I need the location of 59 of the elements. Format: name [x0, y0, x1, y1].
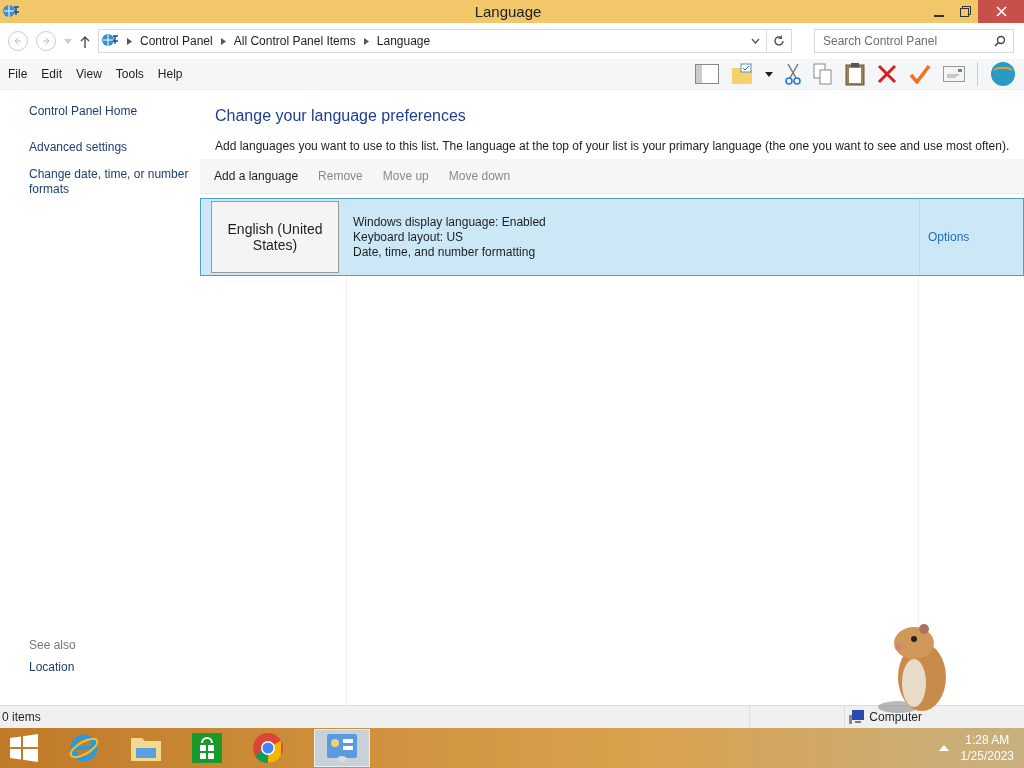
folder-icon[interactable]: [731, 63, 753, 85]
windows-logo-icon[interactable]: [10, 734, 38, 762]
status-location: Computer: [869, 710, 922, 724]
language-tile[interactable]: English (United States): [211, 201, 339, 273]
scissors-icon[interactable]: [785, 63, 801, 85]
breadcrumb-item[interactable]: Language: [376, 34, 431, 48]
taskbar-app-button[interactable]: [314, 729, 370, 767]
caret-icon[interactable]: [765, 71, 773, 77]
search-icon: [994, 35, 1006, 47]
delete-icon[interactable]: [877, 64, 897, 84]
menu-item[interactable]: Help: [157, 67, 183, 81]
sidebar-link[interactable]: Location: [29, 660, 200, 675]
menu-item[interactable]: Tools: [115, 67, 144, 81]
show-hidden-icons-icon[interactable]: [938, 745, 949, 751]
control-panel-icon: [326, 733, 358, 763]
toolbar-button[interactable]: Add a language: [206, 165, 307, 187]
page-heading: Change your language preferences: [215, 107, 467, 125]
clipboard-icon[interactable]: [845, 62, 865, 86]
clock-time: 1:28 AM: [965, 732, 1010, 748]
copy-icon[interactable]: [813, 63, 833, 85]
chrome-icon[interactable]: [252, 732, 284, 764]
breadcrumb-item[interactable]: All Control Panel Items: [233, 34, 356, 48]
description-text: Add languages you want to use to this list. The language at the top of your list is your primary language (the one you want to see and use most often).: [215, 139, 1011, 153]
clock-date: 1/25/2023: [960, 748, 1014, 764]
right-arrow-icon: [41, 36, 51, 46]
menu-item[interactable]: File: [8, 67, 28, 81]
sidebar-link[interactable]: Control Panel Home: [29, 104, 200, 119]
close-icon: [995, 6, 1007, 17]
checkmark-icon[interactable]: [909, 64, 931, 84]
sidebar-link[interactable]: Change date, time, or number formats: [29, 167, 200, 197]
dropdown-icon[interactable]: [751, 38, 760, 44]
language-detail: Windows display language: Enabled: [353, 214, 547, 230]
computer-icon: [849, 710, 866, 724]
search-field[interactable]: Search Control Panel: [814, 29, 1014, 53]
menu-item[interactable]: Edit: [41, 67, 63, 81]
chevron-icon: [127, 37, 132, 45]
breadcrumb-item[interactable]: Control Panel: [140, 34, 213, 48]
language-row[interactable]: English (United States) Windows display language: Enabled Keyboard layout: US Date, time, and number formatting Options: [200, 198, 1024, 276]
restore-icon: [959, 6, 971, 17]
window-title: Language: [474, 3, 542, 20]
pane-layout-icon[interactable]: [695, 64, 719, 84]
globe-icon[interactable]: [990, 61, 1016, 87]
envelope-icon[interactable]: [943, 66, 965, 82]
minimize-icon: [934, 14, 944, 17]
see-also-heading: See also: [29, 638, 77, 652]
chevron-icon: [363, 37, 369, 45]
up-arrow-icon[interactable]: [80, 34, 90, 48]
address-field[interactable]: Control Panel All Control Panel Items Language: [98, 29, 792, 53]
sidebar-link[interactable]: Advanced settings: [29, 140, 200, 155]
options-link[interactable]: Options: [928, 230, 970, 244]
store-icon[interactable]: [192, 733, 222, 763]
status-text: 0 items: [2, 710, 41, 724]
refresh-icon[interactable]: [773, 35, 785, 47]
browser-e-icon[interactable]: [68, 732, 100, 764]
language-detail: Date, time, and number formatting: [353, 244, 537, 260]
language-detail: Keyboard layout: US: [353, 229, 465, 245]
menu-item[interactable]: View: [76, 67, 102, 81]
left-arrow-icon: [13, 36, 23, 46]
chevron-icon: [220, 37, 226, 45]
